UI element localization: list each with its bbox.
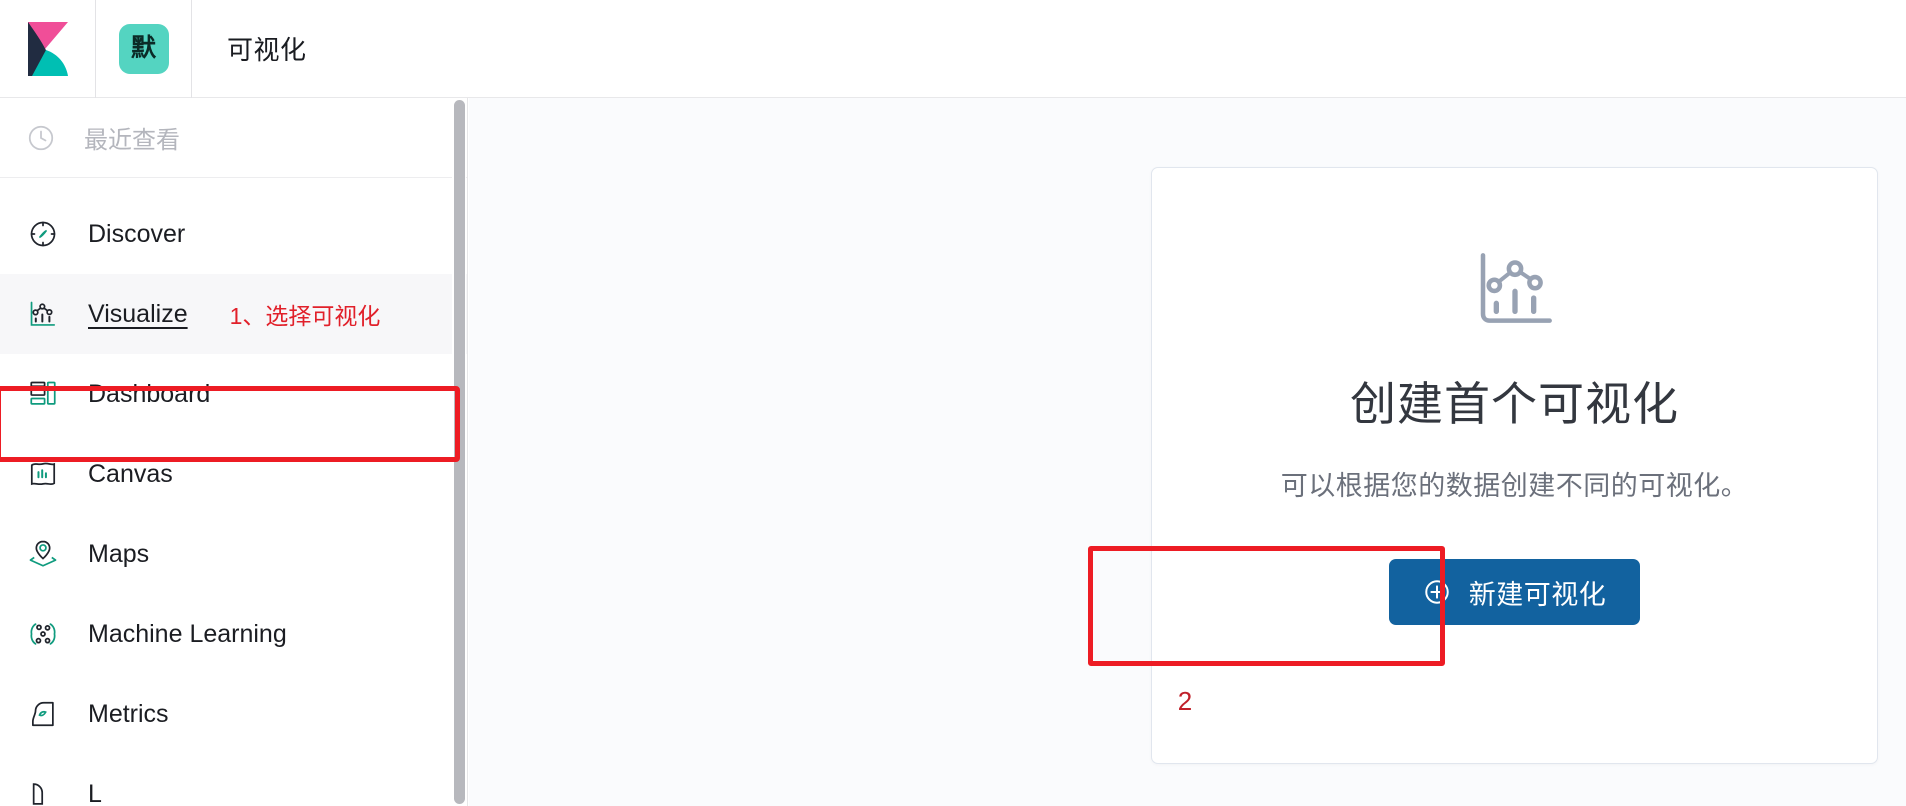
visualize-chart-icon <box>26 297 60 331</box>
sidebar-item-canvas[interactable]: Canvas <box>0 434 467 514</box>
annotation-step2-label: 2 <box>1177 686 1193 716</box>
empty-state-title: 创建首个可视化 <box>1350 378 1679 430</box>
logs-icon <box>26 777 60 806</box>
new-visualization-button[interactable]: 新建可视化 <box>1388 559 1641 625</box>
space-selector-button[interactable]: 默 <box>96 0 192 98</box>
primary-navigation-sidebar: 最近查看 Discover Visualize 1、选择可视化 Dashboar… <box>0 98 468 806</box>
empty-state-subtitle: 可以根据您的数据创建不同的可视化。 <box>1280 471 1749 501</box>
empty-state-card: 创建首个可视化 可以根据您的数据创建不同的可视化。 新建可视化 <box>1151 167 1878 764</box>
sidebar-item-label-dashboard: Dashboard <box>88 379 211 408</box>
plus-in-circle-icon <box>1425 580 1449 604</box>
sidebar-scrollbar-thumb[interactable] <box>454 100 465 804</box>
sidebar-item-label-discover: Discover <box>88 219 186 248</box>
sidebar-item-label-machine-learning: Machine Learning <box>88 619 287 648</box>
new-visualization-button-label: 新建可视化 <box>1468 579 1607 610</box>
machine-learning-icon <box>26 617 60 651</box>
sidebar-item-label-visualize: Visualize <box>88 299 188 328</box>
maps-pin-layers-icon <box>26 537 60 571</box>
dashboard-grid-icon <box>26 377 60 411</box>
page-title: 可视化 <box>227 35 307 65</box>
sidebar-item-discover[interactable]: Discover <box>0 194 467 274</box>
nav-item-list: Discover Visualize 1、选择可视化 Dashboard Can… <box>0 178 467 806</box>
discover-compass-icon <box>26 217 60 251</box>
recently-viewed-label: 最近查看 <box>84 127 180 154</box>
recently-viewed-section[interactable]: 最近查看 <box>0 98 467 178</box>
bar-line-chart-icon <box>1480 253 1552 323</box>
kibana-app-window: 默 可视化 最近查看 Discover Visualize 1、选择可视化 Da… <box>0 0 1906 806</box>
app-header: 默 可视化 <box>0 0 1906 98</box>
metrics-icon <box>26 697 60 731</box>
sidebar-item-visualize[interactable]: Visualize 1、选择可视化 <box>0 274 467 354</box>
sidebar-item-label-maps: Maps <box>88 539 150 568</box>
sidebar-item-dashboard[interactable]: Dashboard <box>0 354 467 434</box>
sidebar-item-label-logs: L <box>88 779 102 806</box>
sidebar-item-label-canvas: Canvas <box>88 459 173 488</box>
clock-icon <box>28 125 54 150</box>
kibana-logo-icon <box>27 21 68 76</box>
sidebar-item-metrics[interactable]: Metrics <box>0 674 467 754</box>
sidebar-item-maps[interactable]: Maps <box>0 514 467 594</box>
annotation-step1-label: 1、选择可视化 <box>229 303 381 329</box>
canvas-frame-icon <box>26 457 60 491</box>
sidebar-item-machine-learning[interactable]: Machine Learning <box>0 594 467 674</box>
space-badge: 默 <box>118 23 169 74</box>
sidebar-item-label-metrics: Metrics <box>88 699 169 728</box>
kibana-home-button[interactable] <box>0 0 96 98</box>
sidebar-item-logs[interactable]: L <box>0 754 467 806</box>
